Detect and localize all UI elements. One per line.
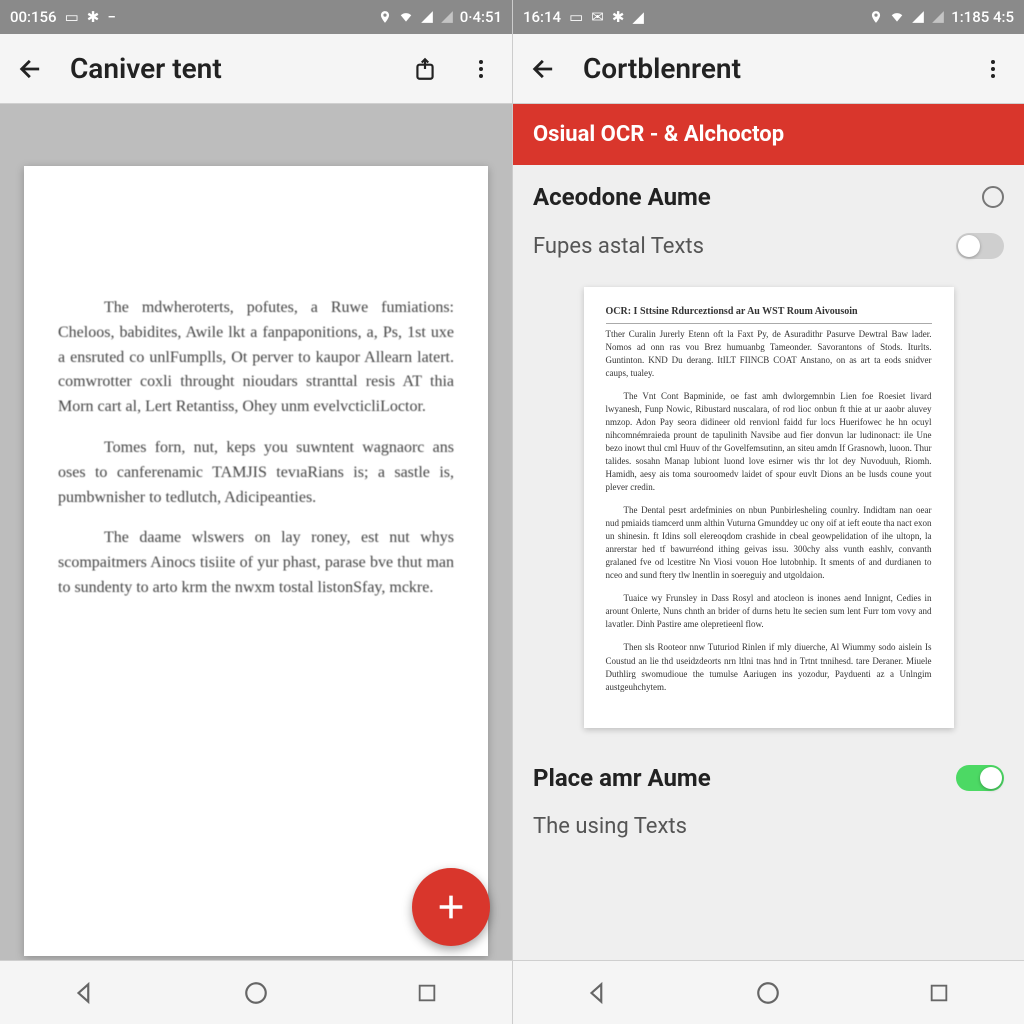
send-icon: ◢ xyxy=(632,8,644,26)
status-time-left: 16:14 xyxy=(523,8,561,26)
nav-home[interactable] xyxy=(753,978,783,1008)
app-bar: Caniver tent xyxy=(0,34,512,104)
setting-opt2[interactable]: Fupes astal Texts xyxy=(513,229,1024,277)
preview-paragraph: Tuaice wy Frunsley in Dass Rosyl and ato… xyxy=(606,592,932,631)
sd-icon: ▭ xyxy=(569,8,583,26)
setting-opt1[interactable]: Aceodone Aume xyxy=(513,165,1024,229)
back-button[interactable] xyxy=(527,52,561,86)
status-time-right: 1:185 4:5 xyxy=(951,8,1014,26)
share-button[interactable] xyxy=(408,52,442,86)
page-title: Caniver tent xyxy=(70,52,386,85)
signal-icon xyxy=(420,10,434,24)
location-icon xyxy=(378,10,392,24)
back-button[interactable] xyxy=(14,52,48,86)
mail-icon: ✉ xyxy=(591,8,604,26)
setting-opt4[interactable]: The using Texts xyxy=(513,810,1024,857)
bluetooth-icon: ✱ xyxy=(612,8,625,26)
minus-icon: − xyxy=(107,8,115,26)
setting-label: Aceodone Aume xyxy=(533,183,711,211)
doc-paragraph: The daame wlswers on lay roney, est nut … xyxy=(58,526,454,600)
settings-scroll[interactable]: Osiual OCR - & Alchoctop Aceodone Aume F… xyxy=(513,104,1024,960)
bluetooth-icon: ✱ xyxy=(87,8,100,26)
phone-right: 16:14 ▭ ✉ ✱ ◢ 1:185 4:5 Cortblenren xyxy=(512,0,1024,1024)
radio-off-icon[interactable] xyxy=(982,186,1004,208)
switch-on[interactable] xyxy=(956,765,1004,791)
doc-paragraph: The mdwheroterts, pofutes, a Ruwe fumiat… xyxy=(58,296,454,420)
wifi-icon xyxy=(889,10,905,24)
phone-left: 00:156 ▭ ✱ − 0·4:51 Caniver tent xyxy=(0,0,512,1024)
preview-document[interactable]: OCR: I Sttsine Rdurceztionsd ar Au WST R… xyxy=(584,287,954,728)
nav-bar xyxy=(0,960,512,1024)
preview-container: OCR: I Sttsine Rdurceztionsd ar Au WST R… xyxy=(513,277,1024,746)
setting-label: Fupes astal Texts xyxy=(533,234,704,259)
preview-paragraph: The Dental pesrt ardefminies on nbun Pun… xyxy=(606,504,932,582)
status-time-right: 0·4:51 xyxy=(460,8,502,26)
section-header: Osiual OCR - & Alchoctop xyxy=(513,104,1024,165)
signal-icon xyxy=(911,10,925,24)
signal-icon-2 xyxy=(931,10,945,24)
nav-bar xyxy=(513,960,1024,1024)
nav-recents[interactable] xyxy=(412,978,442,1008)
status-time-left: 00:156 xyxy=(10,8,57,26)
nav-back[interactable] xyxy=(70,978,100,1008)
sd-icon: ▭ xyxy=(65,8,79,26)
signal-icon-2 xyxy=(440,10,454,24)
document-viewport[interactable]: The mdwheroterts, pofutes, a Ruwe fumiat… xyxy=(0,104,512,960)
setting-opt3[interactable]: Place amr Aume xyxy=(513,746,1024,810)
location-icon xyxy=(869,10,883,24)
fab-add-button[interactable] xyxy=(412,868,490,946)
doc-paragraph: Tomes forn, nut, keps you suwntent wagna… xyxy=(58,436,454,510)
app-bar: Cortblenrent xyxy=(513,34,1024,104)
preview-title: OCR: I Sttsine Rdurceztionsd ar Au WST R… xyxy=(606,305,932,324)
setting-label: The using Texts xyxy=(533,814,687,839)
nav-home[interactable] xyxy=(241,978,271,1008)
status-bar: 00:156 ▭ ✱ − 0·4:51 xyxy=(0,0,512,34)
preview-paragraph: The Vnt Cont Bapminide, oe fast amh dwlo… xyxy=(606,390,932,494)
preview-paragraph: Then sls Rooteor nnw Tuturiod Rinlen if … xyxy=(606,641,932,693)
overflow-menu[interactable] xyxy=(464,52,498,86)
overflow-menu[interactable] xyxy=(976,52,1010,86)
nav-back[interactable] xyxy=(583,978,613,1008)
switch-off[interactable] xyxy=(956,233,1004,259)
page-title: Cortblenrent xyxy=(583,52,954,85)
nav-recents[interactable] xyxy=(924,978,954,1008)
status-bar: 16:14 ▭ ✉ ✱ ◢ 1:185 4:5 xyxy=(513,0,1024,34)
document-page: The mdwheroterts, pofutes, a Ruwe fumiat… xyxy=(24,166,488,956)
preview-paragraph: Tther Curalin Jurerly Etenn oft la Faxt … xyxy=(606,328,932,380)
wifi-icon xyxy=(398,10,414,24)
setting-label: Place amr Aume xyxy=(533,764,711,792)
